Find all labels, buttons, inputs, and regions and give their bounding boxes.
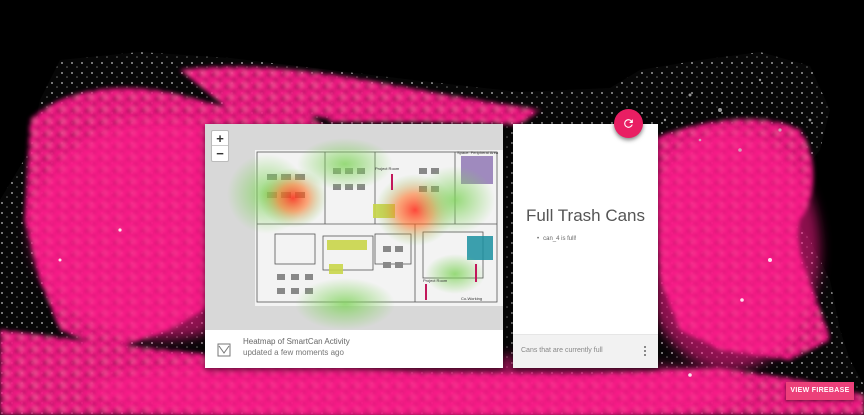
- list-item: can_4 is full!: [537, 235, 576, 244]
- view-firebase-button[interactable]: VIEW FIREBASE: [786, 382, 854, 400]
- zoom-control: + −: [211, 130, 229, 162]
- heatmap-footer: Heatmap of SmartCan Activity updated a f…: [205, 330, 503, 368]
- floorplan-label-project-room: Project Room: [375, 166, 400, 171]
- heatmap-updated: updated a few moments ago: [243, 348, 344, 357]
- refresh-button[interactable]: [614, 109, 643, 138]
- zoom-in-button[interactable]: +: [212, 131, 228, 146]
- trash-footer-text: Cans that are currently full: [521, 347, 603, 354]
- floorplan-label-cowork: Co-Working: [461, 296, 482, 301]
- heatmap-card: + − Project Room Project Room Co-Working…: [205, 124, 503, 368]
- heatmap-map[interactable]: + − Project Room Project Room Co-Working…: [205, 124, 503, 330]
- floorplan-label-space-top: Space: Peripheral Area: [457, 150, 499, 155]
- zoom-out-button[interactable]: −: [212, 146, 228, 161]
- trash-card-footer: Cans that are currently full: [513, 334, 658, 368]
- full-trash-cans-card: Full Trash Cans can_4 is full! Cans that…: [513, 124, 658, 368]
- heatmap-image-icon: [217, 343, 231, 357]
- full-cans-list: can_4 is full!: [537, 235, 576, 244]
- floorplan-label-project-room-2: Project Room: [423, 278, 448, 283]
- refresh-icon: [624, 119, 633, 128]
- card-title: Full Trash Cans: [525, 206, 646, 225]
- more-vert-icon[interactable]: [642, 345, 648, 359]
- floorplan-heatmap: Project Room Project Room Co-Working Spa…: [227, 138, 503, 330]
- heatmap-title: Heatmap of SmartCan Activity: [243, 337, 350, 346]
